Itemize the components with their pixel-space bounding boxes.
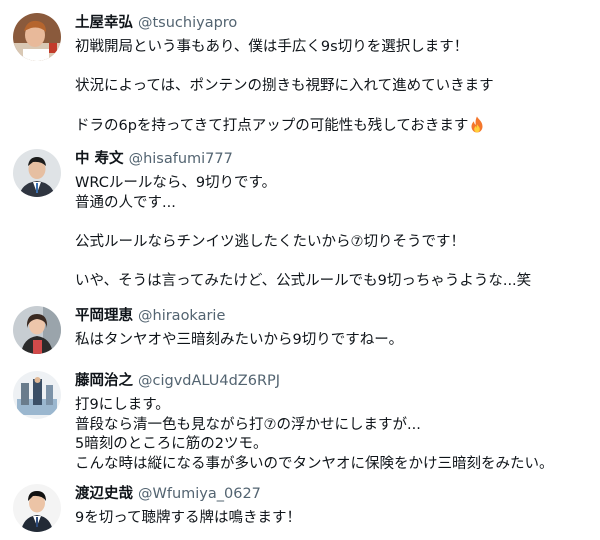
tweet-header: 平岡理恵 @hiraokarie [75,306,225,326]
user-handle[interactable]: @hiraokarie [138,308,225,324]
tweet-line: 初戦開局という事もあり、僕は手広く9s切りを選択します！ [75,39,469,55]
tweet-header: 土屋幸弘 @tsuchiyapro [75,13,237,33]
avatar[interactable] [13,13,61,61]
user-handle[interactable]: @hisafumi777 [129,151,233,167]
user-handle[interactable]: @cigvdALU4dZ6RPJ [138,373,280,389]
display-name[interactable]: 渡辺史哉 [75,486,133,502]
display-name[interactable]: 藤岡治之 [75,373,133,389]
tweet-line: 状況によっては、ポンテンの捌きも視野に入れて進めていきます [75,78,494,94]
tweet-line: こんな時は縦になる事が多いのでタンヤオに保険をかけ三暗刻をみたい。 [75,455,554,472]
user-handle[interactable]: @Wfumiya_0627 [138,486,261,502]
avatar[interactable] [13,306,61,354]
tweet-line: 公式ルールならチンイツ逃したくたいから⑦切りそうです！ [75,233,465,250]
tweet-line: 普通の人です... [75,194,176,211]
avatar[interactable] [13,149,61,197]
tweet-text: 初戦開局という事もあり、僕は手広く9s切りを選択します！ 状況によっては、ポンテ… [75,38,590,140]
tweet-line: 打9にします。 [75,397,170,413]
tweet-line: 私はタンヤオや三暗刻みたいから9切りですねー。 [75,332,404,348]
display-name[interactable]: 土屋幸弘 [75,15,133,31]
avatar[interactable] [13,371,61,419]
tweet-line: 普段なら清一色も見ながら打⑦の浮かせにしますが... [75,416,421,433]
tweet-header: 渡辺史哉 @Wfumiya_0627 [75,484,261,504]
tweet-line: 5暗刻のところに筋の2ツモ。 [75,436,268,452]
user-handle[interactable]: @tsuchiyapro [138,15,237,31]
tweet-header: 藤岡治之 @cigvdALU4dZ6RPJ [75,371,280,391]
tweet-line: ドラの6pを持ってきて打点アップの可能性も残しておきます [75,118,469,134]
tweet-line [75,252,590,272]
display-name[interactable]: 平岡理恵 [75,308,133,324]
tweet-text: 打9にします。 普段なら清一色も見ながら打⑦の浮かせにしますが... 5暗刻のと… [75,396,590,474]
tweet-text: 私はタンヤオや三暗刻みたいから9切りですねー。 [75,331,590,351]
fire-emoji-icon [469,116,485,140]
tweet-line [75,97,590,117]
display-name[interactable]: 中 寿文 [75,151,124,167]
tweet-line-with-emoji: ドラの6pを持ってきて打点アップの可能性も残しておきます [75,116,590,140]
tweet-line: いや、そうは言ってみたけど、公式ルールでも9切っちゃうような...笑 [75,272,532,289]
tweet-line [75,213,590,233]
tweet-line: 9を切って聴牌する牌は鳴きます！ [75,510,301,526]
avatar[interactable] [13,484,61,532]
tweet-line [75,58,590,78]
tweet-line: WRCルールなら、9切りです。 [75,175,277,191]
tweet-header: 中 寿文 @hisafumi777 [75,149,233,169]
reply-feed: 土屋幸弘 @tsuchiyapro 初戦開局という事もあり、僕は手広く9s切りを選… [0,0,600,540]
tweet-text: WRCルールなら、9切りです。 普通の人です... 公式ルールならチンイツ逃した… [75,174,590,291]
tweet-text: 9を切って聴牌する牌は鳴きます！ [75,509,590,529]
